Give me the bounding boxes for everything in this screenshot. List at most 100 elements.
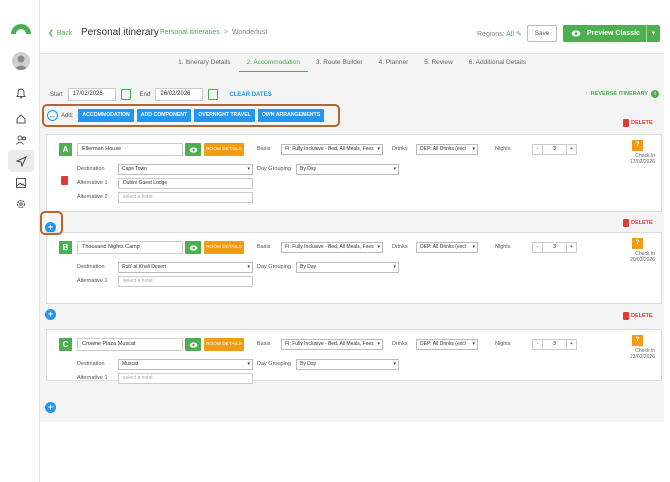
arrow-up-icon: ↑: [585, 91, 588, 97]
nights-stepper[interactable]: -3 +: [532, 339, 577, 350]
drinks-select[interactable]: DEP: All Drinks (excl ▾: [416, 144, 478, 155]
chevron-down-icon[interactable]: ▼: [646, 25, 660, 42]
room-details-button[interactable]: ROOM DETAILS: [204, 338, 244, 351]
question-icon[interactable]: ?: [632, 335, 643, 346]
destination-value: Cape Town: [122, 166, 147, 172]
preview-classic-button[interactable]: Preview Classic ▼: [563, 25, 660, 42]
trash-icon[interactable]: [61, 176, 68, 185]
step-tab[interactable]: 3. Route Builder: [308, 58, 371, 72]
bell-icon[interactable]: [14, 86, 28, 100]
nights-stepper[interactable]: -3 +: [532, 144, 577, 155]
destination-label: Destination: [77, 361, 105, 367]
view-hotel-button[interactable]: [185, 143, 201, 156]
room-details-button[interactable]: ROOM DETAILS: [204, 143, 244, 156]
decrement-button[interactable]: -: [533, 145, 543, 154]
view-hotel-button[interactable]: [185, 241, 201, 254]
calendar-icon[interactable]: [120, 89, 131, 100]
nights-value[interactable]: 3: [543, 243, 566, 252]
destination-label: Destination: [77, 264, 105, 270]
increment-button[interactable]: +: [566, 243, 576, 252]
save-button[interactable]: Save: [527, 25, 557, 42]
drinks-value: DEP: All Drinks (excl: [420, 244, 466, 250]
view-hotel-button[interactable]: [185, 338, 201, 351]
delete-label: DELETE: [631, 313, 653, 319]
check-in-info: Check In 20/02/2026: [630, 251, 655, 263]
basis-label: Basis: [257, 341, 271, 347]
add-stop-icon[interactable]: +: [45, 309, 56, 320]
basis-select[interactable]: FI: Fully Inclusive - Bed, All Meals, Fe…: [281, 144, 383, 155]
back-link[interactable]: ❮ Back: [48, 29, 72, 38]
reverse-label: REVERSE ITINERARY: [590, 91, 649, 97]
image-icon[interactable]: [14, 176, 28, 190]
nights-value[interactable]: 3: [543, 145, 566, 154]
nights-stepper[interactable]: -3 +: [532, 242, 577, 253]
home-icon[interactable]: [14, 112, 28, 126]
drinks-value: DEP: All Drinks (excl: [420, 341, 466, 347]
end-label: End: [139, 91, 151, 98]
clear-dates-link[interactable]: CLEAR DATES: [229, 92, 271, 98]
step-tab[interactable]: 1. Itinerary Details: [170, 58, 238, 72]
decrement-button[interactable]: -: [533, 243, 543, 252]
basis-value: FI: Fully Inclusive - Bed, All Meals, Fe…: [285, 244, 374, 250]
basis-select[interactable]: FI: Fully Inclusive - Bed, All Meals, Fe…: [281, 242, 383, 253]
stop-letter-badge: C: [59, 338, 72, 351]
calendar-icon[interactable]: [208, 89, 219, 100]
avatar[interactable]: [12, 52, 30, 70]
info-icon[interactable]: i: [651, 90, 660, 98]
alternative-1-input[interactable]: select a hotel: [118, 276, 253, 287]
breadcrumb-current: Wonderlust: [231, 29, 268, 36]
hotel-input[interactable]: Crowne Plaza Muscat: [77, 338, 183, 351]
question-icon[interactable]: ?: [632, 140, 643, 151]
add-component-button[interactable]: ADD COMPONENT: [136, 109, 192, 122]
breadcrumb-link[interactable]: Personal itineraries: [160, 29, 220, 36]
add-stop-icon[interactable]: +: [45, 402, 56, 413]
destination-label: Destination: [77, 166, 105, 172]
users-icon[interactable]: [14, 133, 28, 147]
drinks-select[interactable]: DEP: All Drinks (excl ▾: [416, 242, 478, 253]
chevron-left-icon: ❮: [48, 30, 54, 37]
reverse-itinerary-link[interactable]: ↑ REVERSE ITINERARY i: [585, 90, 660, 98]
increment-button[interactable]: +: [566, 340, 576, 349]
day-grouping-select[interactable]: By Day ▾: [296, 164, 399, 175]
check-in-date: 17/02/2026: [629, 159, 655, 165]
basis-select[interactable]: FI: Fully Inclusive - Bed, All Meals, Fe…: [281, 339, 383, 350]
own-arrangements-button[interactable]: OWN ARRANGEMENTS: [257, 109, 325, 122]
increment-button[interactable]: +: [566, 145, 576, 154]
drinks-select[interactable]: DEP: All Drinks (excl ▾: [416, 339, 478, 350]
step-tab[interactable]: 4. Planner: [371, 58, 417, 72]
nights-value[interactable]: 3: [543, 340, 566, 349]
overnight-travel-button[interactable]: OVERNIGHT TRAVEL: [194, 109, 255, 122]
decrement-button[interactable]: -: [533, 340, 543, 349]
chevron-down-icon: ▾: [393, 361, 396, 367]
main-content: ❮ Back Personal itinerary Personal itine…: [40, 14, 664, 422]
day-grouping-select[interactable]: By Day ▾: [296, 262, 399, 273]
destination-select[interactable]: Muscat ▾: [118, 359, 253, 370]
collapse-icon[interactable]: –: [47, 110, 58, 121]
destination-select[interactable]: Cape Town ▾: [118, 164, 253, 175]
delete-button[interactable]: DELETE: [623, 219, 653, 227]
hotel-input[interactable]: Ellerman House: [77, 143, 183, 156]
question-icon[interactable]: ?: [632, 238, 643, 249]
start-date-input[interactable]: 17/02/2026: [67, 88, 116, 101]
add-bar: – Add: ACCOMMODATION ADD COMPONENT OVERN…: [42, 104, 340, 127]
hotel-input[interactable]: Thousand Nights Camp: [77, 241, 183, 254]
eye-icon: [189, 146, 197, 153]
delete-button[interactable]: DELETE: [623, 119, 653, 127]
step-tab[interactable]: 2. Accommodation: [238, 58, 308, 72]
end-date-input[interactable]: 26/02/2026: [155, 88, 204, 101]
step-tab[interactable]: 6. Additional Details: [461, 58, 534, 72]
room-details-button[interactable]: ROOM DETAILS: [204, 241, 244, 254]
gear-icon[interactable]: [14, 197, 28, 211]
drinks-label: Drinks: [392, 146, 408, 152]
alternative-1-input[interactable]: select a hotel: [118, 373, 253, 384]
delete-button[interactable]: DELETE: [623, 312, 653, 320]
regions-selector[interactable]: Regions: All ✎: [477, 30, 522, 38]
destination-select[interactable]: Rub' al Khali Desert ▾: [118, 262, 253, 273]
alternative-1-input[interactable]: Dubini Guest Lodge: [118, 178, 253, 189]
step-tab[interactable]: 5. Review: [416, 58, 461, 72]
add-accommodation-button[interactable]: ACCOMMODATION: [78, 109, 134, 122]
day-grouping-label: Day Grouping: [257, 264, 291, 270]
send-icon[interactable]: [8, 150, 34, 172]
alternative-2-input[interactable]: select a hotel: [118, 192, 253, 203]
day-grouping-select[interactable]: By Day ▾: [296, 359, 399, 370]
